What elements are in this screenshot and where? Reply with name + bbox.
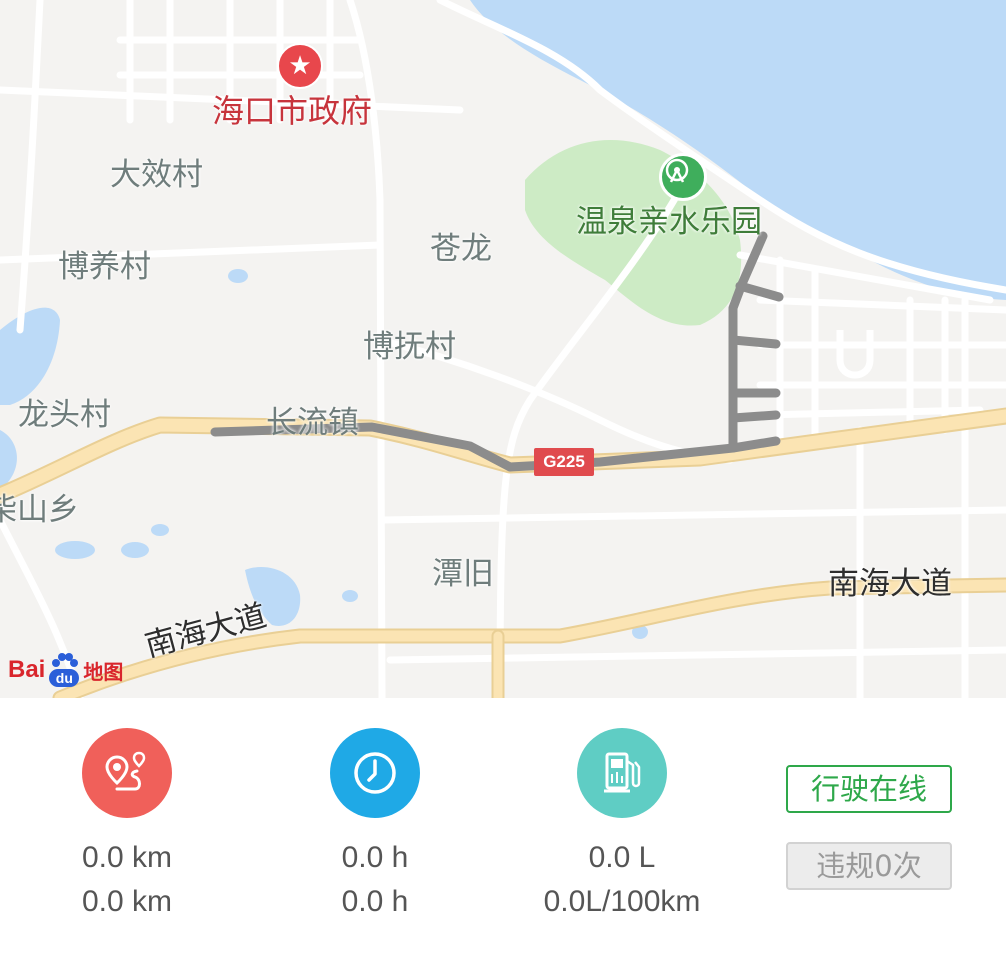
fuel-consumption-value: 0.0L/100km — [543, 885, 701, 918]
distance-value: 0.0 km — [81, 841, 173, 874]
duration-subvalue: 0.0 h — [341, 885, 409, 918]
logo-ditu: 地图 — [83, 659, 124, 684]
place-label: 长流镇 — [266, 405, 359, 441]
fuel-value: 0.0 L — [588, 841, 656, 874]
government-star-icon[interactable]: ★ — [277, 43, 323, 89]
place-label: 柴山乡 — [0, 492, 79, 528]
baidu-map-logo: Bai du 地图 — [8, 648, 123, 692]
route-icon — [82, 728, 172, 818]
clock-icon — [330, 728, 420, 818]
poi-park-label[interactable]: 温泉亲水乐园 — [576, 207, 762, 238]
place-label: 博养村 — [58, 249, 151, 285]
distance-stat: 0.0 km 0.0 km — [27, 728, 227, 924]
duration-stat: 0.0 h 0.0 h — [275, 728, 475, 924]
violation-count-button[interactable]: 违规0次 — [786, 842, 952, 890]
trip-stats-panel: 0.0 km 0.0 km 0.0 h 0.0 h 0.0 L 0.0L/100… — [0, 698, 1006, 956]
logo-du: du — [49, 669, 80, 687]
fuel-pump-icon — [577, 728, 667, 818]
paw-icon: du — [47, 651, 81, 689]
driving-online-button[interactable]: 行驶在线 — [786, 765, 952, 813]
route-shield: G225 — [534, 448, 594, 476]
duration-value: 0.0 h — [341, 841, 409, 874]
place-label: 潭旧 — [432, 556, 494, 592]
place-label: 龙头村 — [18, 397, 111, 433]
place-label: 博抚村 — [363, 329, 456, 365]
logo-bai: Bai — [8, 656, 46, 683]
place-label: 大效村 — [110, 157, 203, 193]
amusement-park-icon[interactable] — [659, 153, 707, 201]
fuel-stat: 0.0 L 0.0L/100km — [522, 728, 722, 924]
distance-subvalue: 0.0 km — [81, 885, 173, 918]
place-label: 苍龙 — [430, 231, 492, 267]
map-view[interactable]: ★ 海口市政府 温泉亲水乐园 大效村 博养村 苍龙 博抚村 龙头村 长流镇 柴山… — [0, 0, 1006, 698]
poi-government-label[interactable]: 海口市政府 — [212, 95, 372, 127]
road-label-nanhai-right: 南海大道 — [828, 566, 952, 602]
